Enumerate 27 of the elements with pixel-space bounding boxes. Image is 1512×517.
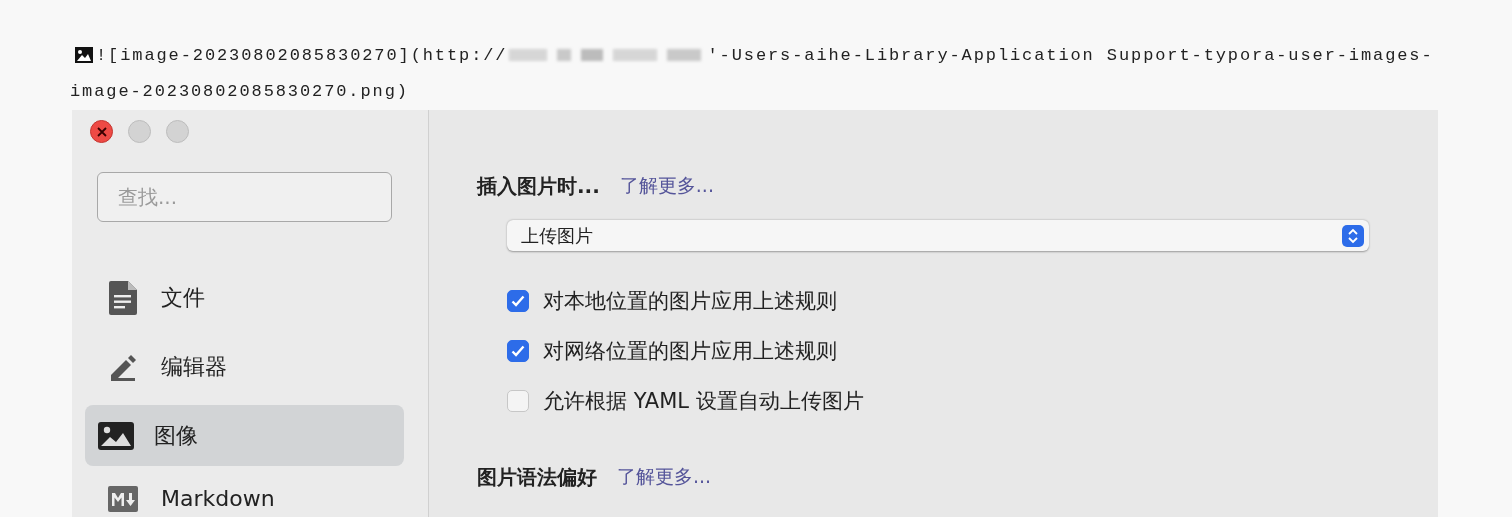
checkbox[interactable]: [507, 340, 529, 362]
learn-more-link[interactable]: 了解更多...: [617, 464, 712, 490]
checkbox[interactable]: [507, 390, 529, 412]
checkbox[interactable]: [507, 290, 529, 312]
checkbox-label: 对本地位置的图片应用上述规则: [543, 288, 837, 315]
learn-more-link[interactable]: 了解更多...: [619, 173, 714, 199]
close-icon: [95, 125, 108, 138]
checkmark-icon: [511, 295, 525, 307]
section-heading: 插入图片时...: [477, 172, 600, 200]
sidebar-item[interactable]: 图像: [85, 405, 404, 466]
sidebar-item[interactable]: Markdown: [85, 474, 404, 517]
checkbox-label: 对网络位置的图片应用上述规则: [543, 338, 837, 365]
close-button[interactable]: [90, 120, 113, 143]
markdown-text: ![image-20230802085830270](http://: [96, 45, 508, 65]
markdown-text: ′-Users-aihe-Library-Application Support-typora-user-images-: [707, 45, 1434, 65]
checkbox-label: 允许根据 YAML 设置自动上传图片: [543, 388, 864, 415]
markdown-icon: [105, 486, 141, 512]
markdown-text: image-20230802085830270.png): [70, 81, 409, 101]
sidebar-item[interactable]: 编辑器: [85, 336, 404, 397]
image-icon: [74, 46, 94, 64]
dropdown[interactable]: 上传图片: [507, 220, 1369, 251]
checkmark-icon: [511, 345, 525, 357]
search-field[interactable]: 查找...: [97, 172, 392, 222]
sidebar-item[interactable]: 文件: [85, 267, 404, 328]
stepper-icon: [1342, 224, 1364, 247]
section-heading: 图片语法偏好: [477, 463, 597, 491]
image-icon: [98, 421, 134, 450]
